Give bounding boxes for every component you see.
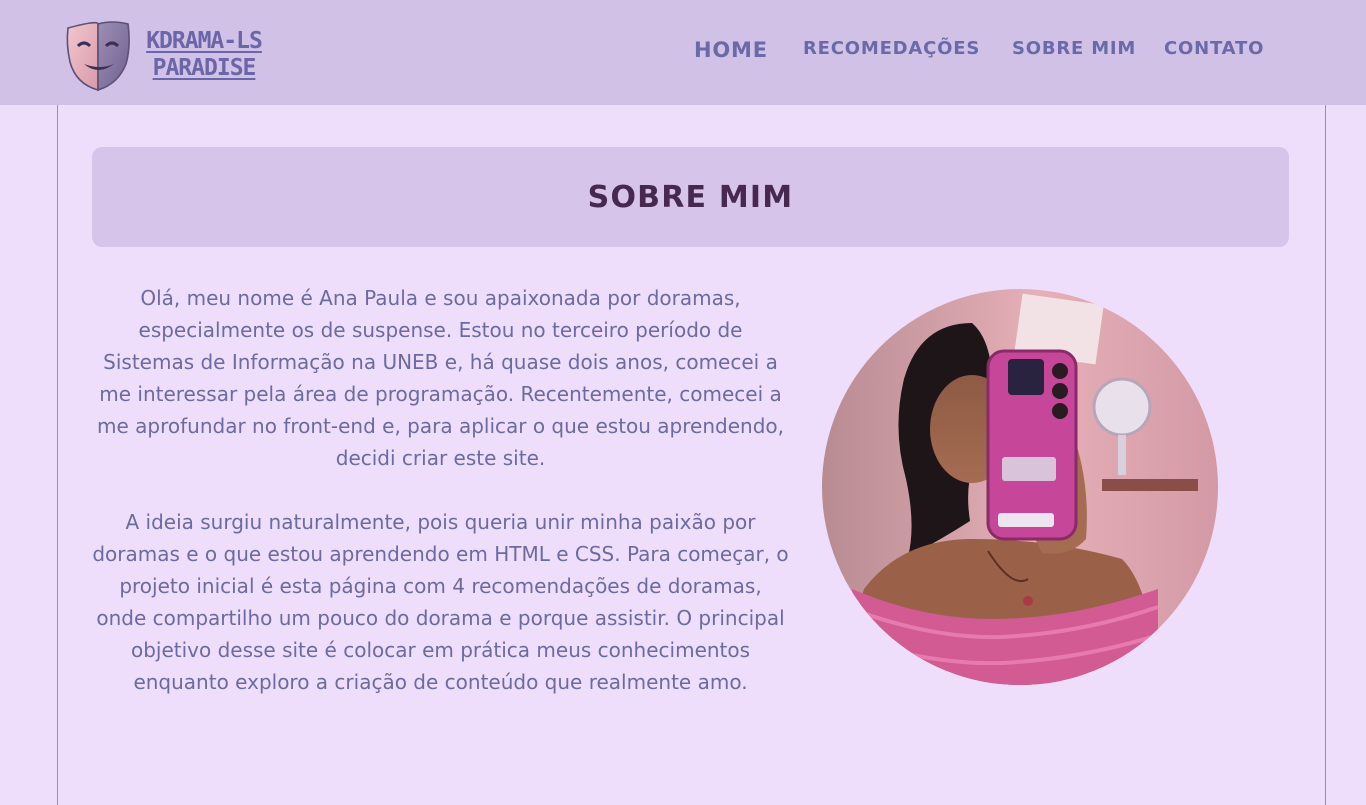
about-paragraph-2: A ideia surgiu naturalmente, pois queria… [92, 510, 789, 694]
nav-contact[interactable]: CONTATO [1164, 38, 1264, 59]
nav-home[interactable]: HOME [694, 38, 768, 62]
page-title: SOBRE MIM [587, 179, 794, 215]
about-paragraph-1: Olá, meu nome é Ana Paula e sou apaixona… [97, 286, 784, 470]
logo-text[interactable]: KDRAMA-LS PARADISE [140, 28, 268, 82]
logo-line-1: KDRAMA-LS [146, 28, 263, 54]
nav-recommendations[interactable]: RECOMEDAÇÕES [803, 38, 980, 59]
about-text: Olá, meu nome é Ana Paula e sou apaixona… [92, 282, 789, 730]
logo-line-2: PARADISE [152, 55, 257, 81]
section-title-box: SOBRE MIM [92, 147, 1289, 247]
site-header: KDRAMA-LS PARADISE HOME RECOMEDAÇÕES SOB… [0, 0, 1366, 105]
profile-photo [822, 289, 1218, 685]
nav-about[interactable]: SOBRE MIM [1012, 38, 1136, 59]
